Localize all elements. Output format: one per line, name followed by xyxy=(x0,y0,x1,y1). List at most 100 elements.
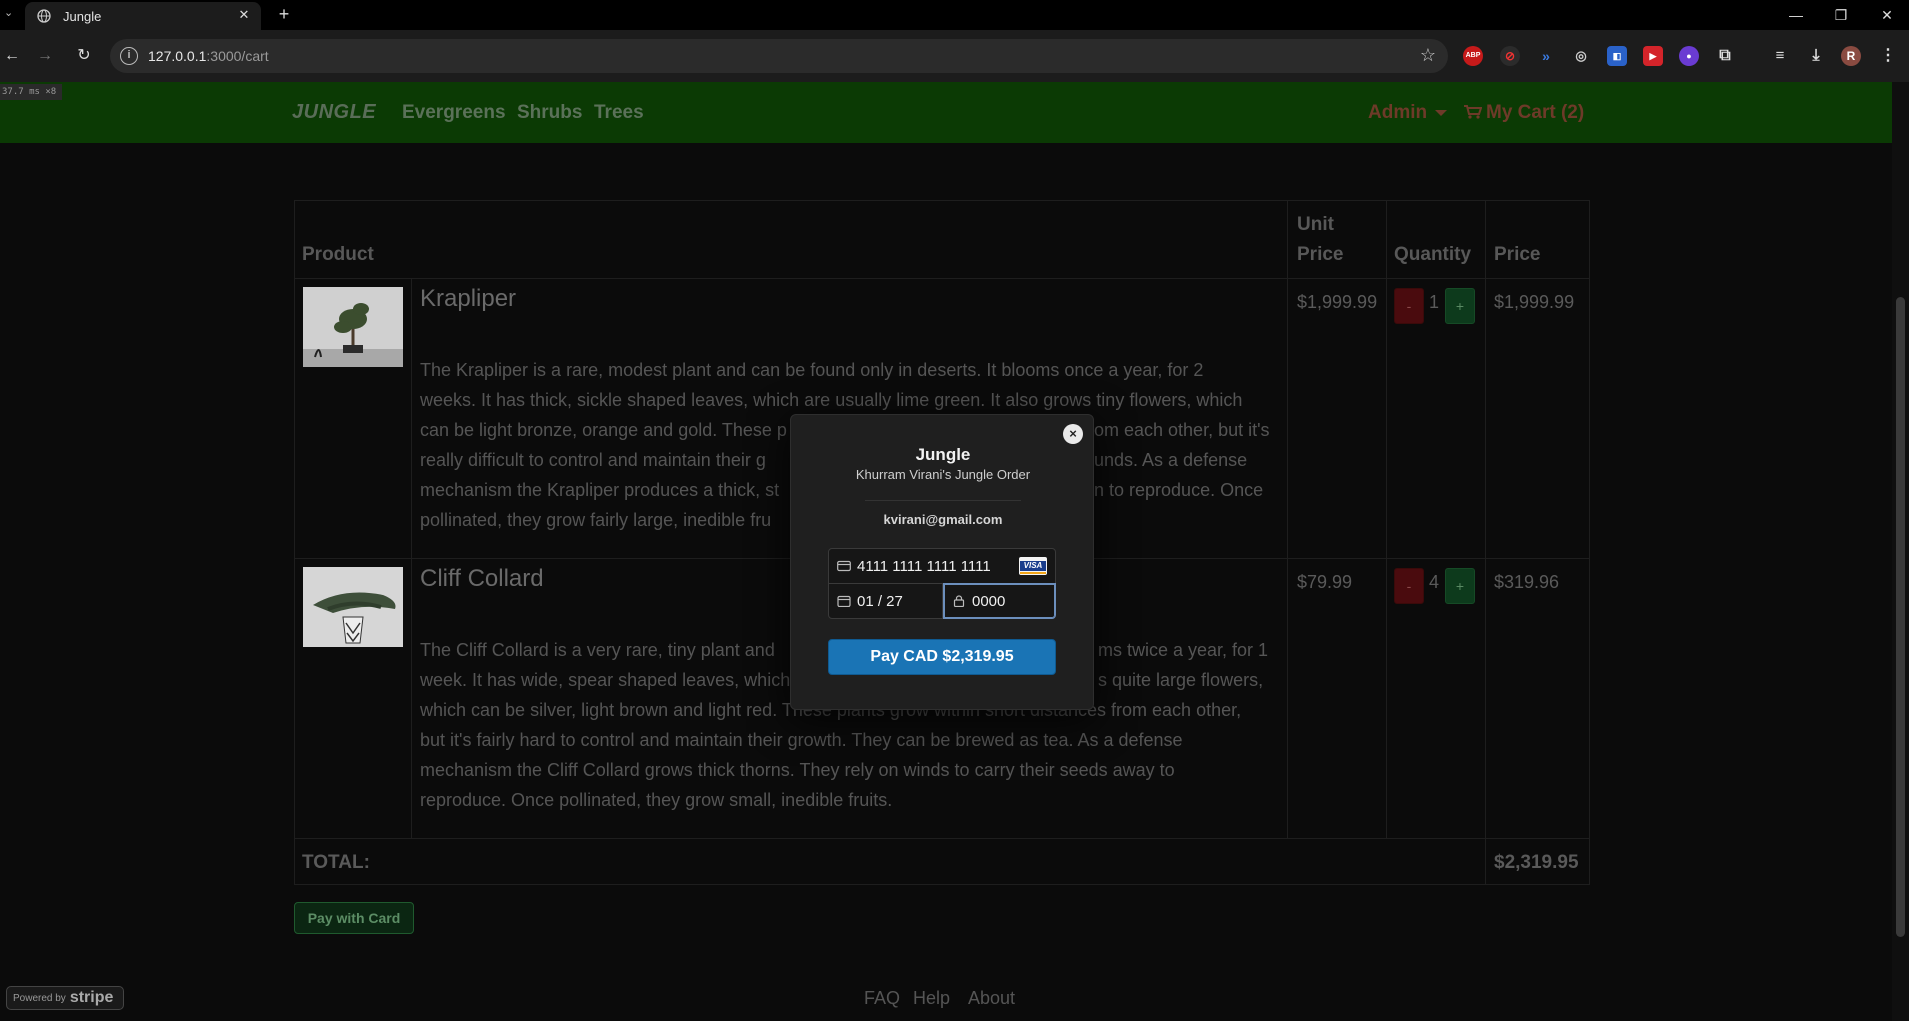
header-price: Price xyxy=(1494,244,1541,265)
profile-avatar[interactable]: R xyxy=(1841,46,1861,66)
scrollbar-thumb[interactable] xyxy=(1896,297,1905,937)
extension-icon[interactable]: ▶ xyxy=(1643,46,1663,66)
cvc-field[interactable]: 0000 xyxy=(943,583,1056,619)
card-number-value: 4111 1111 1111 1111 xyxy=(857,558,991,575)
browser-toolbar: ← → ↻ i 127.0.0.1:3000/cart ☆ ABP ⊘ » ◎ … xyxy=(0,30,1909,82)
close-icon[interactable]: × xyxy=(1063,424,1083,444)
table-divider xyxy=(294,838,1590,839)
browser-menu-icon[interactable]: ⋮ xyxy=(1878,46,1898,66)
nav-link-evergreens[interactable]: Evergreens xyxy=(402,102,506,124)
debug-timing-badge: 37.7 ms ×8 xyxy=(0,84,62,100)
line-price: $319.96 xyxy=(1494,572,1560,592)
line-price: $1,999.99 xyxy=(1494,292,1575,312)
quantity-value: 4 xyxy=(1429,572,1440,592)
footer-link-about[interactable]: About xyxy=(968,988,1015,1009)
description-line: but it's fairly hard to control and main… xyxy=(420,730,1183,750)
extension-icon[interactable]: ● xyxy=(1679,46,1699,66)
unit-price: $79.99 xyxy=(1297,572,1353,592)
total-value: $2,319.95 xyxy=(1494,852,1579,873)
minimize-icon[interactable]: — xyxy=(1781,4,1811,26)
expiry-field[interactable]: 01 / 27 xyxy=(828,583,943,619)
nav-link-shrubs[interactable]: Shrubs xyxy=(517,102,582,124)
site-navbar: JUNGLE Evergreens Shrubs Trees Admin My … xyxy=(0,82,1892,143)
footer-link-faq[interactable]: FAQ xyxy=(864,988,900,1009)
restore-icon[interactable]: ❐ xyxy=(1826,4,1856,26)
divider xyxy=(865,500,1021,501)
powered-by-stripe-badge[interactable]: Powered by stripe xyxy=(6,986,124,1010)
table-divider xyxy=(1485,200,1486,885)
description-line: om each other, but it's xyxy=(1094,420,1270,440)
visa-card-icon: VISA xyxy=(1019,557,1047,575)
cvc-value: 0000 xyxy=(972,593,1006,610)
stripe-logo: stripe xyxy=(69,989,114,1006)
description-line: weeks. It has thick, sickle shaped leave… xyxy=(420,390,1243,410)
my-cart-link[interactable]: My Cart (2) xyxy=(1464,102,1584,124)
adblock-extension-icon[interactable]: ABP xyxy=(1463,46,1483,66)
url-text[interactable]: 127.0.0.1:3000/cart xyxy=(148,48,269,64)
quantity-value: 1 xyxy=(1429,292,1440,312)
decrease-quantity-button[interactable]: - xyxy=(1394,288,1424,324)
extension-icon[interactable]: ◎ xyxy=(1571,46,1591,66)
stripe-checkout-modal: × Jungle Khurram Virani's Jungle Order k… xyxy=(790,414,1094,710)
lock-icon xyxy=(953,595,965,607)
download-icon[interactable]: ⤓ xyxy=(1806,46,1826,66)
window-close-icon[interactable]: ✕ xyxy=(1872,4,1902,26)
browser-tab[interactable]: Jungle ✕ xyxy=(25,2,261,30)
reading-list-icon[interactable]: ≡ xyxy=(1770,46,1790,66)
customer-email[interactable]: kvirani@gmail.com xyxy=(791,512,1095,527)
table-divider xyxy=(1386,200,1387,838)
tab-close-icon[interactable]: ✕ xyxy=(236,7,252,23)
header-product: Product xyxy=(302,244,374,265)
product-name[interactable]: Cliff Collard xyxy=(420,565,544,593)
browser-tab-strip: ⌄ Jungle ✕ + — ❐ ✕ xyxy=(0,0,1909,30)
url-host: 127.0.0.1 xyxy=(148,48,207,64)
pay-button[interactable]: Pay CAD $2,319.95 xyxy=(828,639,1056,675)
tab-title: Jungle xyxy=(63,9,102,24)
nav-link-trees[interactable]: Trees xyxy=(594,102,644,124)
shopping-cart-icon xyxy=(1464,105,1482,119)
expiry-value: 01 / 27 xyxy=(857,593,903,610)
increase-quantity-button[interactable]: + xyxy=(1445,568,1475,604)
page-scrollbar[interactable] xyxy=(1892,82,1909,1021)
calendar-icon xyxy=(837,595,851,607)
header-unit-price-line2: Price xyxy=(1297,244,1344,265)
page-viewport: JUNGLE Evergreens Shrubs Trees Admin My … xyxy=(0,82,1892,1021)
description-line: The Krapliper is a rare, modest plant an… xyxy=(420,360,1204,380)
footer-link-help[interactable]: Help xyxy=(913,988,950,1009)
decrease-quantity-button[interactable]: - xyxy=(1394,568,1424,604)
checkout-subtitle: Khurram Virani's Jungle Order xyxy=(855,467,1031,482)
unit-price: $1,999.99 xyxy=(1297,292,1378,312)
visa-label: VISA xyxy=(1020,561,1046,571)
extensions-puzzle-icon[interactable]: ⧉ xyxy=(1715,46,1735,66)
header-unit-price-line1: Unit xyxy=(1297,214,1334,235)
address-bar[interactable]: i 127.0.0.1:3000/cart ☆ xyxy=(110,39,1448,73)
pay-with-card-button[interactable]: Pay with Card xyxy=(294,902,414,934)
extension-icon[interactable]: ⊘ xyxy=(1500,46,1520,66)
header-quantity: Quantity xyxy=(1394,244,1472,265)
product-description-right: om each other, but it's unds. As a defen… xyxy=(1094,415,1294,505)
extension-icon[interactable]: ◧ xyxy=(1607,46,1627,66)
new-tab-icon[interactable]: + xyxy=(274,4,294,24)
card-number-field[interactable]: 4111 1111 1111 1111 VISA xyxy=(828,548,1056,584)
product-name[interactable]: Krapliper xyxy=(420,285,516,313)
description-line: reproduce. Once pollinated, they grow sm… xyxy=(420,790,893,810)
reload-icon[interactable]: ↻ xyxy=(72,44,96,68)
extension-icon[interactable]: » xyxy=(1536,46,1556,66)
back-icon[interactable]: ← xyxy=(0,44,24,68)
increase-quantity-button[interactable]: + xyxy=(1445,288,1475,324)
powered-by-label: Powered by xyxy=(13,993,66,1004)
tab-search-icon[interactable]: ⌄ xyxy=(4,6,18,22)
admin-dropdown[interactable]: Admin xyxy=(1368,102,1448,124)
total-label: TOTAL: xyxy=(302,852,370,873)
site-info-icon[interactable]: i xyxy=(120,47,138,65)
credit-card-icon xyxy=(837,560,851,572)
brand-logo[interactable]: JUNGLE xyxy=(292,101,376,124)
description-line: ms twice a year, for 1 xyxy=(1098,640,1269,660)
product-image-cliff-collard xyxy=(303,567,403,647)
description-line: s quite large flowers, xyxy=(1098,670,1264,690)
table-divider xyxy=(294,278,1590,279)
description-line: mechanism the Cliff Collard grows thick … xyxy=(420,760,1175,780)
my-cart-label: My Cart (2) xyxy=(1486,102,1585,123)
forward-icon[interactable]: → xyxy=(33,44,57,68)
bookmark-star-icon[interactable]: ☆ xyxy=(1420,45,1436,66)
